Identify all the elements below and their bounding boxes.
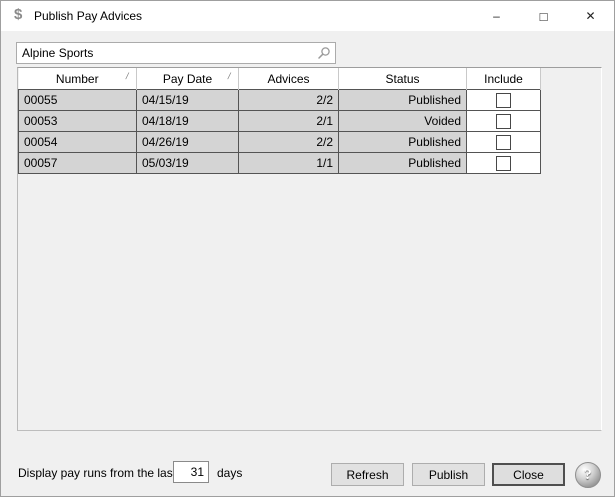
- pay-runs-grid-panel: Number / Pay Date / Advices Status Inclu: [17, 67, 602, 431]
- search-input[interactable]: [16, 42, 336, 64]
- column-header-number[interactable]: Number /: [18, 68, 137, 90]
- column-header-pay-date[interactable]: Pay Date /: [136, 68, 239, 90]
- column-header-include[interactable]: Include: [466, 68, 541, 90]
- publish-pay-advices-dialog: $ Publish Pay Advices – □ ✕ Alpine Sport…: [0, 0, 615, 497]
- window-controls: – □ ✕: [473, 1, 614, 31]
- dollar-app-icon: $: [14, 6, 23, 23]
- column-header-advices[interactable]: Advices: [238, 68, 339, 90]
- cell-include: [466, 152, 541, 174]
- column-header-label: Number: [55, 71, 99, 86]
- column-header-label: Advices: [267, 71, 310, 86]
- sort-ascending-icon: /: [125, 71, 131, 81]
- table-row[interactable]: 00057 05/03/19 1/1 Published: [18, 152, 541, 174]
- cell-include: [466, 131, 541, 153]
- cell-number: 00053: [18, 110, 137, 132]
- search-icon[interactable]: [317, 46, 331, 60]
- minimize-button[interactable]: –: [473, 1, 520, 31]
- include-checkbox[interactable]: [496, 93, 511, 108]
- column-header-label: Include: [484, 71, 523, 86]
- cell-status: Published: [338, 131, 467, 153]
- column-header-label: Pay Date: [162, 71, 213, 86]
- table-row[interactable]: 00053 04/18/19 2/1 Voided: [18, 110, 541, 132]
- pay-runs-table: Number / Pay Date / Advices Status Inclu: [18, 68, 541, 174]
- cell-advices: 2/2: [238, 89, 339, 111]
- maximize-button[interactable]: □: [520, 1, 567, 31]
- search-field-wrap: [16, 42, 336, 64]
- question-mark-icon: ?: [584, 466, 592, 483]
- table-row[interactable]: 00054 04/26/19 2/2 Published: [18, 131, 541, 153]
- cell-number: 00057: [18, 152, 137, 174]
- cell-status: Voided: [338, 110, 467, 132]
- cell-status: Published: [338, 89, 467, 111]
- cell-pay-date: 04/18/19: [136, 110, 239, 132]
- close-button[interactable]: Close: [492, 463, 565, 486]
- column-header-status[interactable]: Status: [338, 68, 467, 90]
- include-checkbox[interactable]: [496, 114, 511, 129]
- cell-pay-date: 05/03/19: [136, 152, 239, 174]
- close-window-button[interactable]: ✕: [567, 1, 614, 31]
- cell-include: [466, 110, 541, 132]
- cell-pay-date: 04/15/19: [136, 89, 239, 111]
- include-checkbox[interactable]: [496, 156, 511, 171]
- close-icon: ✕: [585, 9, 596, 23]
- cell-advices: 2/2: [238, 131, 339, 153]
- days-suffix-label: days: [217, 466, 243, 480]
- display-pay-runs-label: Display pay runs from the last: [18, 466, 177, 480]
- cell-number: 00055: [18, 89, 137, 111]
- publish-button[interactable]: Publish: [412, 463, 485, 486]
- days-input[interactable]: [173, 461, 209, 483]
- cell-include: [466, 89, 541, 111]
- sort-ascending-icon: /: [227, 71, 233, 81]
- cell-pay-date: 04/26/19: [136, 131, 239, 153]
- window-title: Publish Pay Advices: [34, 9, 143, 23]
- title-bar: $ Publish Pay Advices – □ ✕: [1, 1, 614, 31]
- cell-status: Published: [338, 152, 467, 174]
- minimize-icon: –: [493, 9, 500, 23]
- help-button[interactable]: ?: [575, 462, 601, 488]
- include-checkbox[interactable]: [496, 135, 511, 150]
- refresh-button[interactable]: Refresh: [331, 463, 404, 486]
- table-header-row: Number / Pay Date / Advices Status Inclu: [18, 68, 541, 90]
- table-row[interactable]: 00055 04/15/19 2/2 Published: [18, 89, 541, 111]
- maximize-icon: □: [539, 8, 548, 24]
- cell-number: 00054: [18, 131, 137, 153]
- column-header-label: Status: [385, 71, 420, 86]
- cell-advices: 1/1: [238, 152, 339, 174]
- cell-advices: 2/1: [238, 110, 339, 132]
